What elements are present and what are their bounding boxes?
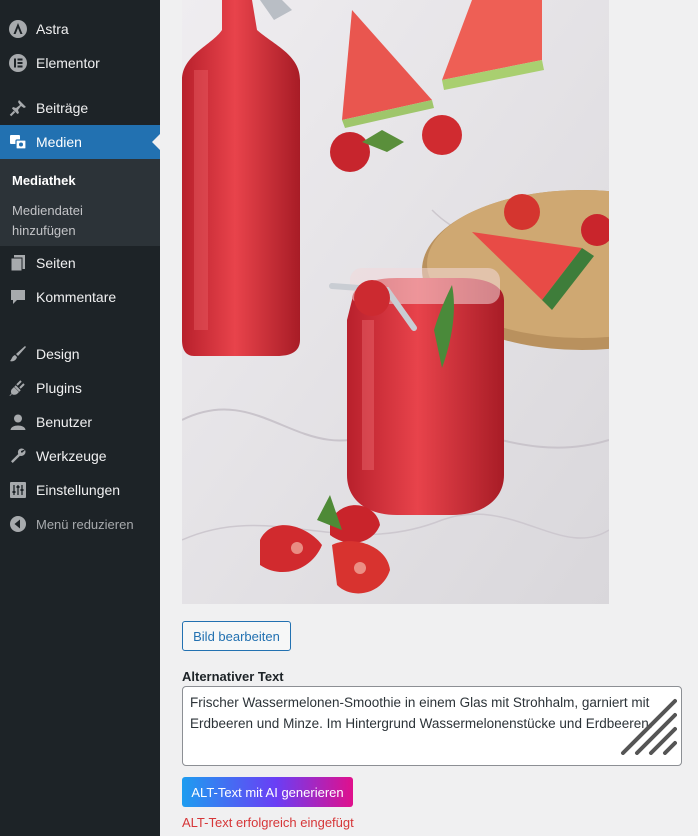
alt-text-value: Frischer Wassermelonen-Smoothie in einem… — [190, 695, 653, 731]
menu-label: Kommentare — [36, 289, 117, 305]
menu-label: Elementor — [36, 55, 100, 71]
comment-icon — [8, 287, 28, 307]
menu-item-werkzeuge[interactable]: Werkzeuge — [0, 439, 160, 473]
media-icon — [8, 132, 28, 152]
plug-icon — [8, 378, 28, 398]
user-icon — [8, 412, 28, 432]
menu-label: Benutzer — [36, 414, 93, 430]
menu-item-seiten[interactable]: Seiten — [0, 246, 160, 280]
main-content: Bild bearbeiten Alternativer Text Frisch… — [160, 0, 698, 836]
pages-icon — [8, 253, 28, 273]
menu-item-medien[interactable]: Medien — [0, 125, 160, 159]
menu-label: Plugins — [36, 380, 82, 396]
media-preview-image — [182, 0, 609, 604]
success-message: ALT-Text erfolgreich eingefügt — [182, 815, 354, 830]
alt-text-label: Alternativer Text — [182, 669, 284, 684]
menu-label: Menü reduzieren — [36, 516, 134, 532]
menu-label: Medien — [36, 134, 82, 150]
menu-item-plugins[interactable]: Plugins — [0, 371, 160, 405]
settings-icon — [8, 480, 28, 500]
menu-item-benutzer[interactable]: Benutzer — [0, 405, 160, 439]
submenu-item-mediathek[interactable]: Mediathek — [12, 171, 76, 191]
menu-item-astra[interactable]: Astra — [0, 12, 160, 46]
menu-item-kommentare[interactable]: Kommentare — [0, 280, 160, 314]
generate-alt-text-ai-button[interactable]: ALT-Text mit AI generieren — [182, 777, 353, 807]
menu-label: Design — [36, 346, 80, 362]
menu-item-elementor[interactable]: Elementor — [0, 46, 160, 80]
menu-item-design[interactable]: Design — [0, 337, 160, 371]
resize-handle-icon[interactable] — [619, 697, 677, 761]
edit-image-button[interactable]: Bild bearbeiten — [182, 621, 291, 651]
submenu-item-add-media[interactable]: Mediendatei hinzufügen — [12, 201, 122, 241]
menu-label: Seiten — [36, 255, 76, 271]
astra-icon — [8, 19, 28, 39]
menu-item-einstellungen[interactable]: Einstellungen — [0, 473, 160, 507]
media-submenu: Mediathek Mediendatei hinzufügen — [0, 159, 160, 246]
collapse-menu-button[interactable]: Menü reduzieren — [0, 507, 160, 541]
menu-item-beitraege[interactable]: Beiträge — [0, 91, 160, 125]
elementor-icon — [8, 53, 28, 73]
collapse-icon — [8, 514, 28, 534]
alt-text-textarea[interactable]: Frischer Wassermelonen-Smoothie in einem… — [182, 686, 682, 766]
brush-icon — [8, 344, 28, 364]
admin-sidebar: Astra Elementor Beiträge Medien Mediathe… — [0, 0, 160, 836]
menu-label: Astra — [36, 21, 69, 37]
menu-label: Einstellungen — [36, 482, 121, 498]
menu-label: Beiträge — [36, 100, 89, 116]
wrench-icon — [8, 446, 28, 466]
menu-label: Werkzeuge — [36, 448, 107, 464]
pin-icon — [8, 98, 28, 118]
